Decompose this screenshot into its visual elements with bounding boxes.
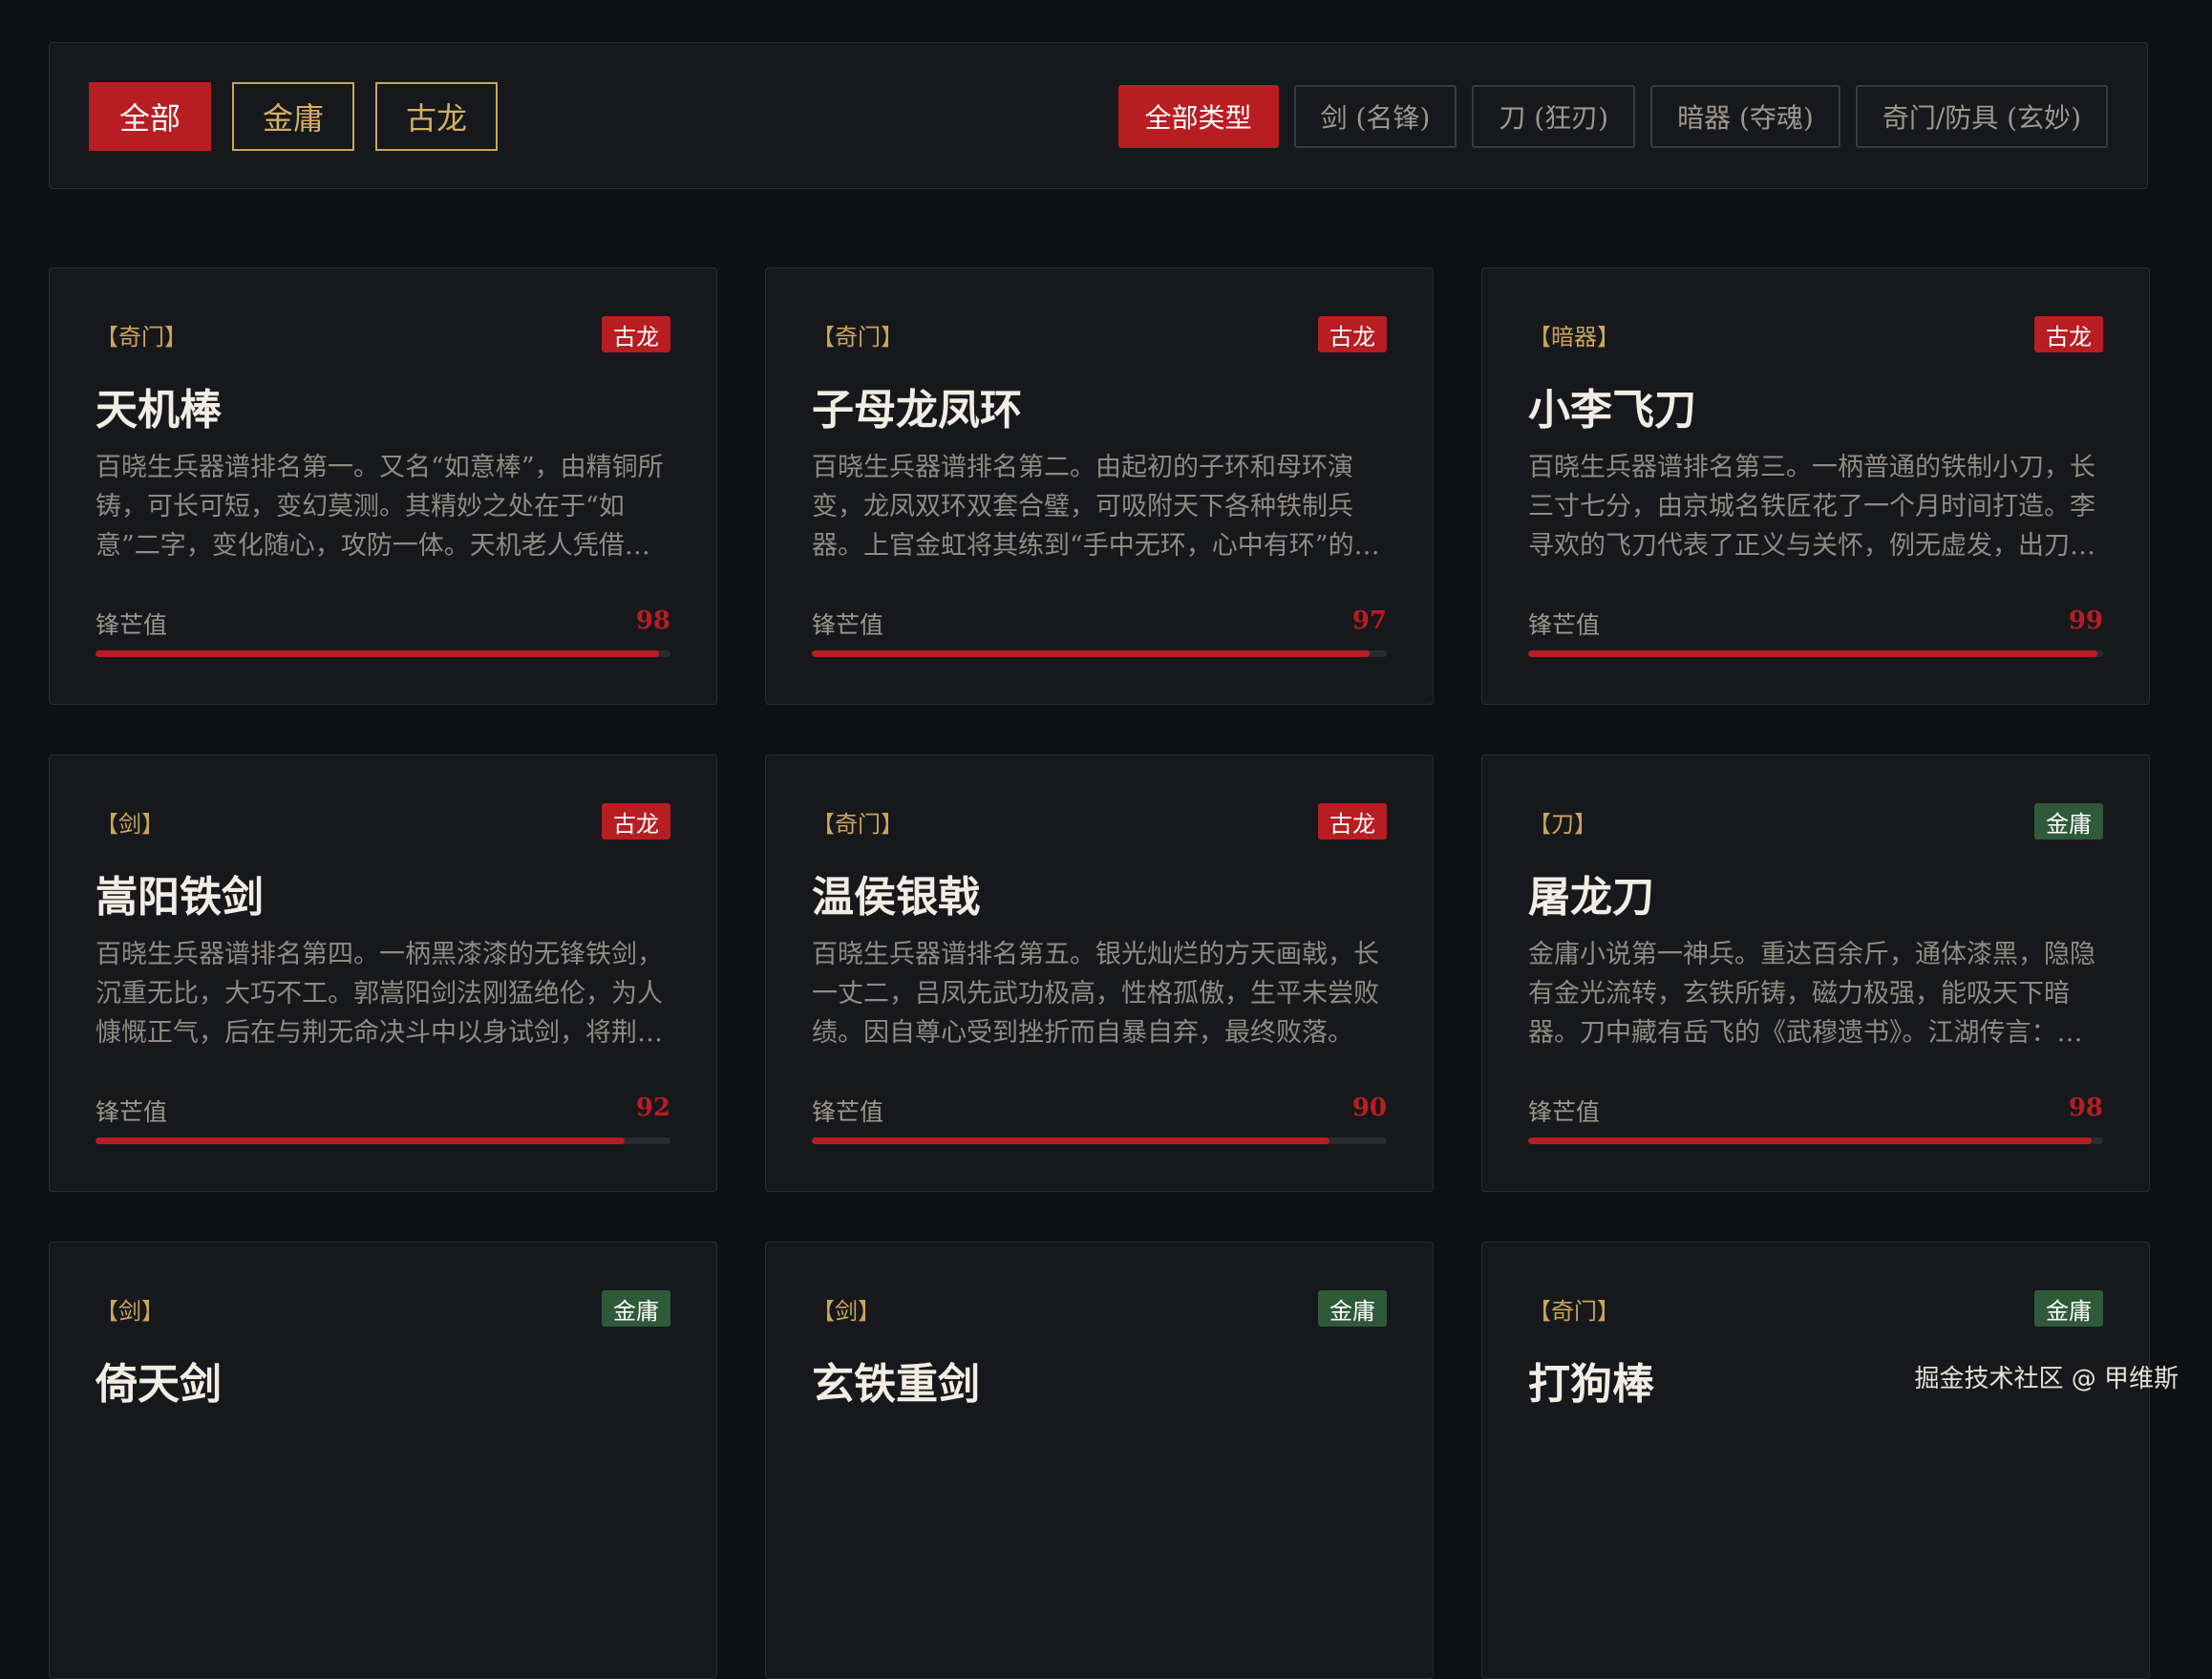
sharpness-label: 锋芒值: [96, 611, 168, 639]
weapon-description: 金庸小说第一神兵。重达百余斤，通体漆黑，隐隐有金光流转，玄铁所铸，磁力极强，能吸…: [1528, 940, 2095, 1048]
weapon-type: 【剑】: [812, 1298, 881, 1325]
source-badge: 古龙: [1318, 803, 1387, 840]
type-filter-group: 全部类型 剑 (名锋) 刀 (狂刃) 暗器 (夺魂) 奇门/防具 (玄妙): [1117, 85, 2108, 148]
weapon-description: 百晓生兵器谱排名第二。由起初的子环和母环演变，龙凤双环双套合璧，可吸附天下各种铁…: [812, 453, 1380, 561]
weapon-type: 【奇门】: [1528, 1298, 1620, 1325]
weapon-name: 温侯银戟: [812, 873, 980, 922]
sharpness-bar-fill: [96, 650, 659, 657]
weapon-card[interactable]: 【奇门】 古龙 天机棒 百晓生兵器谱排名第一。又名“如意棒”，由精铜所铸，可长可…: [49, 267, 717, 705]
type-filter-exotic[interactable]: 奇门/防具 (玄妙): [1855, 85, 2108, 148]
sharpness-bar: [1528, 1137, 2103, 1144]
source-badge: 金庸: [2034, 1290, 2103, 1327]
weapon-type: 【奇门】: [812, 811, 904, 838]
source-filter-jinyong[interactable]: 金庸: [232, 82, 354, 151]
sharpness-bar-fill: [1528, 650, 2097, 657]
sharpness-value: 98: [635, 606, 670, 635]
source-badge: 古龙: [1318, 316, 1387, 352]
weapon-name: 打狗棒: [1528, 1360, 1654, 1409]
weapon-card[interactable]: 【剑】 金庸 倚天剑: [49, 1242, 717, 1679]
source-filter-gulong[interactable]: 古龙: [375, 82, 498, 151]
weapon-description: 百晓生兵器谱排名第一。又名“如意棒”，由精铜所铸，可长可短，变幻莫测。其精妙之处…: [96, 453, 664, 561]
sharpness-bar: [1528, 650, 2103, 657]
sharpness-bar: [96, 650, 670, 657]
weapon-type: 【奇门】: [96, 324, 187, 351]
sharpness-bar-fill: [812, 650, 1370, 657]
weapon-type: 【暗器】: [1528, 324, 1620, 351]
weapon-description: 百晓生兵器谱排名第四。一柄黑漆漆的无锋铁剑，沉重无比，大巧不工。郭嵩阳剑法刚猛绝…: [96, 940, 663, 1048]
sharpness-value: 99: [2068, 606, 2103, 635]
weapon-card[interactable]: 【奇门】 古龙 温侯银戟 百晓生兵器谱排名第五。银光灿烂的方天画戟，长一丈二，吕…: [765, 754, 1434, 1192]
source-filter-group: 全部 金庸 古龙: [89, 82, 498, 151]
source-badge: 金庸: [1318, 1290, 1387, 1327]
weapon-card[interactable]: 【暗器】 古龙 小李飞刀 百晓生兵器谱排名第三。一柄普通的铁制小刀，长三寸七分，…: [1481, 267, 2150, 705]
weapon-name: 子母龙凤环: [812, 386, 1022, 435]
filter-bar: 全部 金庸 古龙 全部类型 剑 (名锋) 刀 (狂刃) 暗器 (夺魂) 奇门/防…: [49, 42, 2148, 189]
sharpness-label: 锋芒值: [1528, 1098, 1601, 1126]
weapon-name: 倚天剑: [96, 1360, 222, 1409]
weapon-name: 嵩阳铁剑: [96, 873, 264, 922]
weapon-card[interactable]: 【剑】 金庸 玄铁重剑: [765, 1242, 1434, 1679]
sharpness-bar: [812, 1137, 1387, 1144]
sharpness-label: 锋芒值: [812, 1098, 884, 1126]
weapon-card[interactable]: 【奇门】 古龙 子母龙凤环 百晓生兵器谱排名第二。由起初的子环和母环演变，龙凤双…: [765, 267, 1434, 705]
weapon-type: 【刀】: [1528, 811, 1597, 838]
type-filter-blade[interactable]: 刀 (狂刃): [1472, 85, 1636, 148]
weapon-name: 小李飞刀: [1528, 386, 1696, 435]
sharpness-value: 97: [1351, 606, 1387, 635]
source-badge: 古龙: [2034, 316, 2103, 352]
source-badge: 古龙: [602, 316, 670, 352]
watermark: 掘金技术社区 @ 甲维斯: [1914, 1365, 2179, 1393]
weapon-description: 百晓生兵器谱排名第五。银光灿烂的方天画戟，长一丈二，吕凤先武功极高，性格孤傲，生…: [812, 940, 1379, 1048]
weapon-type: 【剑】: [96, 811, 164, 838]
source-badge: 金庸: [2034, 803, 2103, 840]
sharpness-bar-fill: [1528, 1137, 2092, 1144]
sharpness-label: 锋芒值: [812, 611, 884, 639]
weapon-type: 【剑】: [96, 1298, 164, 1325]
weapon-name: 屠龙刀: [1528, 873, 1654, 922]
sharpness-label: 锋芒值: [1528, 611, 1601, 639]
weapon-card[interactable]: 【奇门】 金庸 打狗棒: [1481, 1242, 2150, 1679]
weapon-type: 【奇门】: [812, 324, 904, 351]
type-filter-all[interactable]: 全部类型: [1117, 85, 1279, 148]
sharpness-value: 98: [2068, 1094, 2103, 1122]
type-filter-hidden-weapon[interactable]: 暗器 (夺魂): [1650, 85, 1840, 148]
sharpness-value: 90: [1351, 1094, 1387, 1122]
sharpness-label: 锋芒值: [96, 1098, 168, 1126]
type-filter-sword[interactable]: 剑 (名锋): [1293, 85, 1457, 148]
weapon-description: 百晓生兵器谱排名第三。一柄普通的铁制小刀，长三寸七分，由京城名铁匠花了一个月时间…: [1528, 453, 2095, 561]
sharpness-bar: [812, 650, 1387, 657]
weapon-name: 玄铁重剑: [812, 1360, 980, 1409]
source-badge: 金庸: [602, 1290, 670, 1327]
weapon-card[interactable]: 【剑】 古龙 嵩阳铁剑 百晓生兵器谱排名第四。一柄黑漆漆的无锋铁剑，沉重无比，大…: [49, 754, 717, 1192]
weapon-card[interactable]: 【刀】 金庸 屠龙刀 金庸小说第一神兵。重达百余斤，通体漆黑，隐隐有金光流转，玄…: [1481, 754, 2150, 1192]
weapon-grid: 【奇门】 古龙 天机棒 百晓生兵器谱排名第一。又名“如意棒”，由精铜所铸，可长可…: [49, 267, 2150, 1679]
sharpness-bar-fill: [96, 1137, 625, 1144]
sharpness-value: 92: [635, 1094, 670, 1122]
sharpness-bar: [96, 1137, 670, 1144]
source-filter-all[interactable]: 全部: [89, 82, 211, 151]
source-badge: 古龙: [602, 803, 670, 840]
weapon-name: 天机棒: [96, 386, 222, 435]
sharpness-bar-fill: [812, 1137, 1329, 1144]
